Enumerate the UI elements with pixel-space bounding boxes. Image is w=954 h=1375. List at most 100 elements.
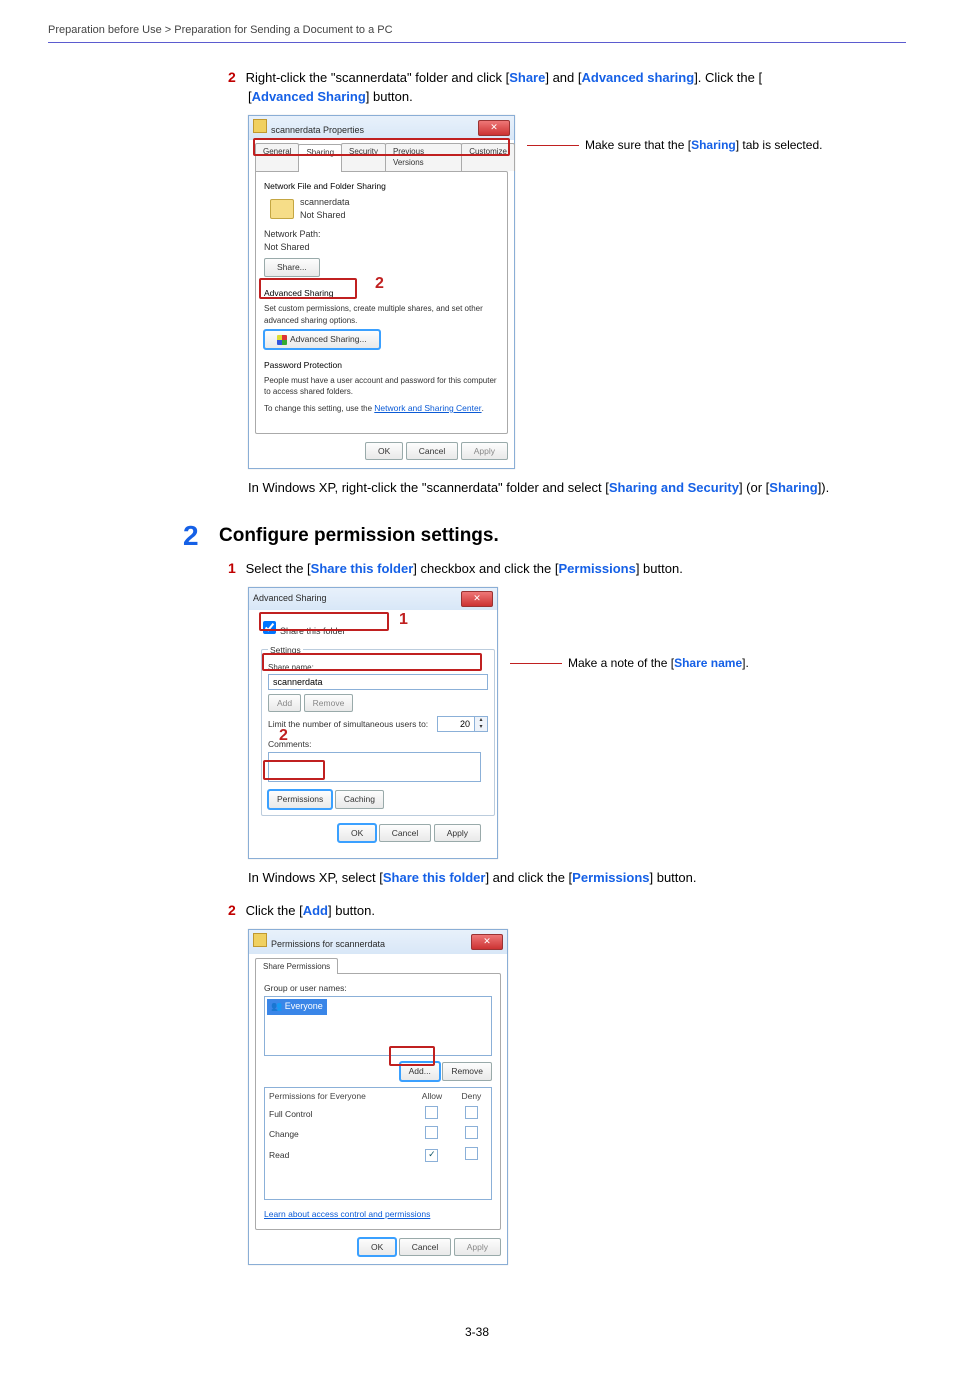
callout-number-2: 2 — [375, 272, 384, 295]
step-number: 2 — [228, 67, 242, 87]
remove-button[interactable]: Remove — [442, 1062, 492, 1080]
checkbox-full-allow[interactable] — [425, 1106, 438, 1119]
step-title: Configure permission settings. — [219, 525, 499, 548]
share-name-label: Share name: — [268, 662, 488, 674]
cancel-button[interactable]: Cancel — [379, 824, 431, 842]
folder-status: Not Shared — [300, 209, 350, 222]
settings-group: Settings — [268, 644, 303, 656]
group-password-protection: Password Protection — [264, 359, 499, 371]
sharing-security-ref: Sharing and Security — [609, 480, 739, 495]
group-user-names-label: Group or user names: — [264, 982, 492, 994]
instruction-2-1: 1 Select the [Share this folder] checkbo… — [228, 558, 906, 579]
page-number: 3-38 — [48, 1325, 906, 1339]
list-item[interactable]: 👥 Everyone — [267, 999, 327, 1014]
step-big-number: 2 — [183, 522, 219, 550]
share-this-folder-ref: Share this folder — [383, 870, 486, 885]
shield-icon — [277, 335, 287, 345]
add-button[interactable]: Add... — [400, 1062, 440, 1080]
divider — [48, 42, 906, 43]
checkbox-read-deny[interactable] — [465, 1147, 478, 1160]
callout-number-1: 1 — [399, 608, 408, 631]
close-icon[interactable]: ✕ — [461, 591, 493, 607]
advanced-sharing-link: Advanced sharing — [581, 70, 694, 85]
comments-label: Comments: — [268, 738, 488, 750]
folder-icon — [270, 199, 294, 219]
apply-button[interactable]: Apply — [461, 442, 508, 460]
ok-button[interactable]: OK — [365, 442, 403, 460]
tab-security[interactable]: Security — [341, 143, 386, 171]
add-ref: Add — [303, 903, 328, 918]
cancel-button[interactable]: Cancel — [399, 1238, 451, 1256]
remove-button[interactable]: Remove — [304, 694, 354, 712]
permissions-ref: Permissions — [572, 870, 649, 885]
sharing-ref: Sharing — [691, 138, 736, 152]
apply-button[interactable]: Apply — [454, 1238, 501, 1256]
tab-previous-versions[interactable]: Previous Versions — [385, 143, 462, 171]
share-name-input[interactable] — [268, 674, 488, 690]
table-row: Read ✓ — [265, 1145, 492, 1165]
permissions-ref: Permissions — [559, 561, 636, 576]
network-path-label: Network Path: — [264, 228, 499, 241]
comments-input[interactable] — [268, 752, 481, 782]
permissions-dialog: Permissions for scannerdata ✕ Share Perm… — [248, 929, 508, 1266]
table-row: Change — [265, 1124, 492, 1144]
dialog-title: Permissions for scannerdata — [271, 939, 385, 949]
folder-icon — [253, 933, 267, 947]
tab-customize[interactable]: Customize — [461, 143, 515, 171]
tab-general[interactable]: General — [255, 143, 299, 171]
titlebar: Advanced Sharing ✕ — [249, 588, 497, 610]
permissions-for-label: Permissions for Everyone — [265, 1087, 413, 1104]
table-row: Full Control — [265, 1104, 492, 1124]
sharing-ref: Sharing — [769, 480, 817, 495]
advanced-sharing-button-ref: Advanced Sharing — [252, 89, 366, 104]
checkbox-full-deny[interactable] — [465, 1106, 478, 1119]
advanced-sharing-desc: Set custom permissions, create multiple … — [264, 303, 499, 326]
chevron-up-icon[interactable]: ▴ — [474, 717, 487, 724]
learn-link[interactable]: Learn about access control and permissio… — [264, 1209, 430, 1219]
ok-button[interactable]: OK — [358, 1238, 396, 1256]
tab-sharing[interactable]: Sharing — [298, 144, 342, 172]
permissions-button[interactable]: Permissions — [268, 790, 332, 808]
network-path-value: Not Shared — [264, 241, 499, 254]
user-listbox[interactable]: 👥 Everyone — [264, 996, 492, 1056]
advanced-sharing-dialog: Advanced Sharing ✕ Share this folder Set… — [248, 587, 498, 859]
ok-button[interactable]: OK — [338, 824, 376, 842]
network-center-link[interactable]: Network and Sharing Center — [374, 403, 481, 413]
dialog-title: scannerdata Properties — [271, 125, 364, 135]
checkbox-read-allow[interactable]: ✓ — [425, 1149, 438, 1162]
limit-spinner[interactable]: ▴▾ — [437, 716, 488, 732]
leader-line — [510, 663, 562, 664]
folder-icon — [253, 119, 267, 133]
tab-strip: General Sharing Security Previous Versio… — [249, 140, 514, 171]
xp-note-2: In Windows XP, select [Share this folder… — [248, 869, 906, 888]
add-button[interactable]: Add — [268, 694, 301, 712]
apply-button[interactable]: Apply — [434, 824, 481, 842]
col-deny: Deny — [452, 1087, 492, 1104]
share-this-folder-checkbox[interactable] — [263, 621, 276, 634]
tab-share-permissions[interactable]: Share Permissions — [255, 958, 338, 975]
advanced-sharing-button[interactable]: Advanced Sharing... — [264, 330, 380, 348]
share-button[interactable]: Share... — [264, 258, 320, 276]
checkbox-change-allow[interactable] — [425, 1126, 438, 1139]
checkbox-change-deny[interactable] — [465, 1126, 478, 1139]
instruction-2-2: 2 Click the [Add] button. — [228, 900, 906, 921]
step-number: 2 — [228, 900, 242, 920]
password-protection-desc: People must have a user account and pass… — [264, 375, 499, 398]
group-network-sharing: Network File and Folder Sharing — [264, 180, 499, 192]
caching-button[interactable]: Caching — [335, 790, 384, 808]
share-this-folder-label: Share this folder — [280, 626, 346, 636]
leader-line — [527, 145, 579, 146]
annotation-share-name: Make a note of the [Share name]. — [510, 655, 749, 672]
close-icon[interactable]: ✕ — [471, 934, 503, 950]
limit-value[interactable] — [438, 718, 474, 730]
limit-label: Limit the number of simultaneous users t… — [268, 718, 428, 730]
close-icon[interactable]: ✕ — [478, 120, 510, 136]
instruction-2: 2 Right-click the "scannerdata" folder a… — [228, 67, 906, 107]
chevron-down-icon[interactable]: ▾ — [474, 724, 487, 731]
breadcrumb: Preparation before Use > Preparation for… — [48, 24, 906, 38]
share-name-ref: Share name — [674, 656, 742, 670]
cancel-button[interactable]: Cancel — [406, 442, 458, 460]
share-this-folder-ref: Share this folder — [311, 561, 414, 576]
share-link: Share — [509, 70, 545, 85]
permissions-table: Permissions for Everyone Allow Deny Full… — [264, 1087, 492, 1200]
